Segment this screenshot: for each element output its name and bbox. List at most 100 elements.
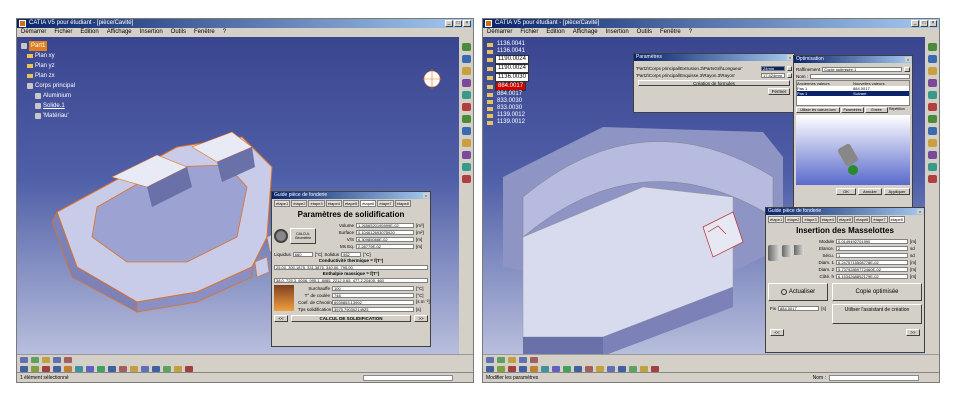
tool-icon[interactable] [130,365,138,372]
tool-icon[interactable] [461,43,471,51]
tool-icon[interactable] [497,356,505,363]
diam1-field[interactable]: 6.2475715508778E-02 [836,259,908,265]
tab-etape1[interactable]: étape1 [768,216,785,223]
command-input[interactable] [829,375,919,381]
conductivity-field[interactable]: 25.00, 300.1875, 331.3875, 340.00, 795.0… [274,264,428,270]
tool-icon[interactable] [20,356,28,363]
menu-fenetre[interactable]: Fenêtre [660,28,681,37]
tool-icon[interactable] [461,151,471,159]
volume-field[interactable]: 1.2656520195999E-02 [356,222,414,228]
tab-etape4[interactable]: étape4 [819,216,836,223]
optimized-copy-button[interactable]: Copie optimisée [832,283,922,301]
3d-viewport[interactable]: 1136.0041 1136.0041 1190.0024 1190.0024 … [483,37,925,354]
menu-demarrer[interactable]: Démarrer [487,28,512,37]
menu-insertion[interactable]: Insertion [140,28,163,37]
elance-field[interactable]: 2 [836,245,908,251]
tool-icon[interactable] [927,103,937,111]
optimization-select[interactable]: Copie optimisée.1 [822,66,902,72]
tool-icon[interactable] [585,365,593,372]
calc-solidification-button[interactable]: CALCUL DE SOLIDIFICATION [291,315,411,322]
tps-solidification-field[interactable]: 3975.79030214925 [332,306,414,312]
tool-icon[interactable] [461,79,471,87]
tab-etape2[interactable]: étape2 [785,216,802,223]
apply-button[interactable]: Appliquer [884,188,910,195]
node-item[interactable]: 1139.0012 [487,112,529,119]
tool-icon[interactable] [185,365,193,372]
name-field[interactable] [810,73,910,79]
prev-step-button[interactable]: << [770,329,784,336]
tool-icon[interactable] [629,365,637,372]
node-item[interactable]: 884.0017 [487,82,529,91]
table-row[interactable]: Pas 1 Suivant [797,91,909,96]
tree-item-aluminium[interactable]: Aluminium [21,91,75,101]
menu-help[interactable]: ? [223,28,226,37]
ms-eq-field[interactable]: 2.28779E-02 [356,243,414,249]
menu-fichier[interactable]: Fichier [520,28,538,37]
menu-insertion[interactable]: Insertion [606,28,629,37]
diam2-field[interactable]: 5.73792859772460E-02 [836,266,908,272]
tool-icon[interactable] [927,55,937,63]
tool-icon[interactable] [530,365,538,372]
use-assistant-button[interactable]: Utiliser l'assistant de création [832,304,922,324]
tool-icon[interactable] [927,139,937,147]
close-button[interactable]: Fermer [768,88,790,95]
tool-icon[interactable] [119,365,127,372]
node-item[interactable]: 1190.0024 [487,55,529,64]
chvorinoff-field[interactable]: 6939853.13992 [332,299,414,305]
next-step-button[interactable]: >> [906,329,920,336]
calc-geometry-button[interactable]: CALCUL Géométrie [290,227,316,244]
node-item[interactable]: 833.0030 [487,98,529,105]
tool-icon[interactable] [530,356,538,363]
use-read-values-button[interactable]: Utiliser les valeurs lues [796,107,840,113]
tool-icon[interactable] [508,356,516,363]
tool-icon[interactable] [461,103,471,111]
tool-icon[interactable] [519,356,527,363]
tool-icon[interactable] [552,365,560,372]
liquidus-field[interactable]: 660 [292,251,313,257]
tool-icon[interactable] [86,365,94,372]
tool-icon[interactable] [508,365,516,372]
tab-etape6[interactable]: étape6 [854,216,871,223]
tool-icon[interactable] [497,365,505,372]
node-item[interactable]: 1190.0024 [487,64,529,73]
close-button[interactable]: × [929,20,937,27]
minimize-button[interactable]: _ [445,20,453,27]
command-input[interactable] [363,375,453,381]
tool-icon[interactable] [927,115,937,123]
prev-step-button[interactable]: << [274,315,288,322]
tree-item-corps-principal[interactable]: Corps principal [21,81,75,91]
tool-icon[interactable] [461,115,471,123]
tool-icon[interactable] [927,175,937,183]
tool-icon[interactable] [927,91,937,99]
enthalpy-field[interactable]: 38.0, 725.3, 6006, 995.1, 8085, 2212.0.6… [274,277,428,283]
tool-icon[interactable] [927,79,937,87]
menu-outils[interactable]: Outils [637,28,652,37]
cote-h-field[interactable]: 6.1534268892179E-02 [836,273,908,279]
tab-etape5[interactable]: étape5 [836,216,854,223]
chevron-down-icon[interactable] [904,66,910,72]
tool-icon[interactable] [640,365,648,372]
spinner-icon[interactable] [787,65,792,71]
spinner-icon[interactable] [787,72,792,78]
3d-viewport[interactable]: Part1 Plan xy Plan yz Plan zx Corps prin… [17,37,459,354]
maximize-button[interactable]: □ [454,20,462,27]
module-field[interactable]: 0.0149492701990 [836,238,908,244]
menu-demarrer[interactable]: Démarrer [21,28,46,37]
tool-icon[interactable] [461,91,471,99]
next-step-button[interactable]: >> [414,315,428,322]
menu-edition[interactable]: Edition [80,28,98,37]
param-value-field[interactable]: 17.424mm [761,72,785,78]
tab-etape5[interactable]: étape5 [342,200,360,207]
tree-item-plan-xy[interactable]: Plan xy [21,51,75,61]
cancel-button[interactable]: Annuler [858,188,882,195]
tool-icon[interactable] [519,365,527,372]
close-icon[interactable]: × [905,57,911,62]
tree-item-solide[interactable]: Solide.1 [21,101,75,111]
tool-icon[interactable] [53,365,61,372]
solidus-field[interactable]: 552 [341,251,362,257]
menu-help[interactable]: ? [689,28,692,37]
node-item[interactable]: 884.0017 [487,91,529,98]
close-icon[interactable]: × [423,193,429,198]
tool-icon[interactable] [618,365,626,372]
tab-etape7[interactable]: étape7 [377,200,394,207]
